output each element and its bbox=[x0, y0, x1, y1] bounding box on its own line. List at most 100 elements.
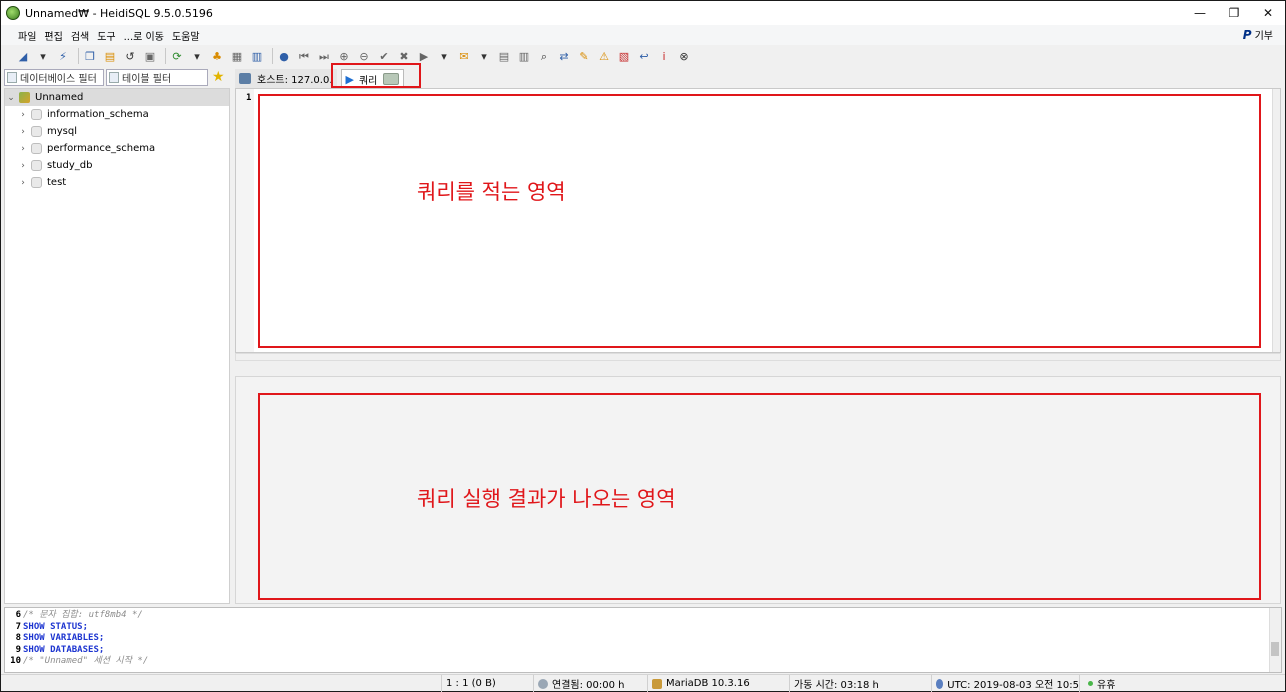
log-line-text: /* "Unnamed" 세션 시작 */ bbox=[23, 656, 149, 666]
find-icon[interactable]: ⌕ bbox=[536, 48, 552, 64]
database-icon bbox=[31, 126, 42, 137]
save-as-icon[interactable]: ▥ bbox=[516, 48, 532, 64]
tree-item-database[interactable]: › performance_schema bbox=[5, 140, 229, 157]
user-manager-icon[interactable]: ♣ bbox=[209, 48, 225, 64]
replace-icon[interactable]: ⇄ bbox=[556, 48, 572, 64]
log-line: 7 SHOW STATUS; bbox=[5, 622, 1281, 634]
dropdown-icon[interactable]: ▾ bbox=[35, 48, 51, 64]
dropdown-icon[interactable]: ▾ bbox=[189, 48, 205, 64]
server-icon bbox=[19, 92, 30, 103]
tab-host[interactable]: 호스트: 127.0.0. bbox=[235, 69, 337, 88]
database-name: information_schema bbox=[47, 109, 149, 120]
tree-item-database[interactable]: › test bbox=[5, 174, 229, 191]
mariadb-icon bbox=[652, 678, 662, 689]
database-icon bbox=[31, 160, 42, 171]
paste-icon[interactable]: ▤ bbox=[102, 48, 118, 64]
table-filter-input[interactable]: 테이블 필터 bbox=[106, 68, 208, 86]
close-button[interactable]: ✕ bbox=[1251, 1, 1285, 25]
heidisql-window: Unnamed₩ - HeidiSQL 9.5.0.5196 — ❐ ✕ 파일 … bbox=[0, 0, 1286, 692]
log-line-text: SHOW VARIABLES; bbox=[23, 633, 105, 643]
remove-icon[interactable]: ⊖ bbox=[356, 48, 372, 64]
stop-icon[interactable]: ⊗ bbox=[676, 48, 692, 64]
restore-button[interactable]: ❐ bbox=[1217, 1, 1251, 25]
database-filter-input[interactable]: 데이터베이스 필터 bbox=[4, 68, 104, 86]
menu-help[interactable]: 도움말 bbox=[168, 28, 204, 43]
cancel-icon[interactable]: ✖ bbox=[396, 48, 412, 64]
toolbar-separator bbox=[165, 48, 166, 64]
warning-icon[interactable]: ⚠ bbox=[596, 48, 612, 64]
last-icon[interactable]: ⏭ bbox=[316, 48, 332, 64]
dropdown-icon[interactable]: ▾ bbox=[476, 48, 492, 64]
info-icon[interactable]: ⅰ bbox=[656, 48, 672, 64]
connect-icon[interactable]: ◢ bbox=[15, 48, 31, 64]
status-bar: 1 : 1 (0 B) 연결됨: 00:00 h MariaDB 10.3.16… bbox=[1, 674, 1285, 692]
log-scrollbar[interactable] bbox=[1269, 608, 1281, 672]
sql-icon[interactable]: ▧ bbox=[616, 48, 632, 64]
chevron-right-icon[interactable]: › bbox=[17, 144, 29, 154]
minimize-button[interactable]: — bbox=[1183, 1, 1217, 25]
editor-vertical-scrollbar[interactable] bbox=[1272, 89, 1280, 352]
status-connected: 연결됨: 00:00 h bbox=[533, 675, 647, 692]
clock-icon bbox=[936, 678, 944, 689]
database-icon bbox=[31, 143, 42, 154]
edit-icon[interactable]: ✎ bbox=[576, 48, 592, 64]
chevron-right-icon[interactable]: › bbox=[17, 178, 29, 188]
database-name: performance_schema bbox=[47, 143, 156, 154]
tab-host-label: 호스트: 127.0.0. bbox=[257, 75, 333, 86]
main-tabs: 호스트: 127.0.0. ▶ 쿼리 bbox=[235, 68, 635, 88]
copy-icon[interactable]: ❐ bbox=[82, 48, 98, 64]
database-navigator: 데이터베이스 필터 테이블 필터 ★ ⌄ Unnamed › informati… bbox=[4, 68, 230, 604]
log-line: 9 SHOW DATABASES; bbox=[5, 645, 1281, 657]
sql-log-pane[interactable]: 6 /* 문자 집합: utf8mb4 */ 7 SHOW STATUS; 8 … bbox=[4, 607, 1282, 673]
tree-item-database[interactable]: › information_schema bbox=[5, 106, 229, 123]
chevron-right-icon[interactable]: › bbox=[17, 161, 29, 171]
run-icon[interactable]: ▶ bbox=[416, 48, 432, 64]
heidisql-logo-icon bbox=[6, 6, 20, 20]
main-toolbar: ◢ ▾ ⚡ ❐ ▤ ↺ ▣ ⟳ ▾ ♣ ▦ ▥ ● ⏮ ⏭ ⊕ ⊖ ✔ ✖ ▶ … bbox=[1, 45, 1285, 67]
paypal-icon: P bbox=[1242, 27, 1252, 42]
snippet-icon[interactable]: ✉ bbox=[456, 48, 472, 64]
refresh-icon[interactable]: ⟳ bbox=[169, 48, 185, 64]
session-name: Unnamed bbox=[35, 92, 84, 103]
tree-item-database[interactable]: › study_db bbox=[5, 157, 229, 174]
menu-tools[interactable]: 도구 bbox=[93, 28, 119, 43]
wrap-icon[interactable]: ↩ bbox=[636, 48, 652, 64]
undo-icon[interactable]: ↺ bbox=[122, 48, 138, 64]
menu-edit[interactable]: 편집 bbox=[40, 28, 66, 43]
print-icon[interactable]: ▣ bbox=[142, 48, 158, 64]
editor-horizontal-scrollbar[interactable] bbox=[235, 353, 1281, 361]
tree-root-session[interactable]: ⌄ Unnamed bbox=[5, 89, 229, 106]
export-icon[interactable]: ▦ bbox=[229, 48, 245, 64]
log-scrollbar-thumb[interactable] bbox=[1271, 642, 1279, 656]
status-clock: UTC: 2019-08-03 오전 10:5 bbox=[931, 675, 1079, 692]
window-title: Unnamed₩ - HeidiSQL 9.5.0.5196 bbox=[25, 6, 213, 20]
dropdown-icon[interactable]: ▾ bbox=[436, 48, 452, 64]
tree-item-database[interactable]: › mysql bbox=[5, 123, 229, 140]
chevron-right-icon[interactable]: › bbox=[17, 110, 29, 120]
help-icon[interactable]: ● bbox=[276, 48, 292, 64]
star-icon[interactable]: ★ bbox=[212, 69, 225, 85]
log-line: 10 /* "Unnamed" 세션 시작 */ bbox=[5, 656, 1281, 668]
add-icon[interactable]: ⊕ bbox=[336, 48, 352, 64]
log-line: 6 /* 문자 집합: utf8mb4 */ bbox=[5, 610, 1281, 622]
menu-goto[interactable]: ...로 이동 bbox=[120, 28, 168, 43]
donate-button[interactable]: P 기부 bbox=[1242, 27, 1273, 43]
editor-result-splitter[interactable] bbox=[235, 363, 1281, 375]
first-icon[interactable]: ⏮ bbox=[296, 48, 312, 64]
chevron-right-icon[interactable]: › bbox=[17, 127, 29, 137]
save-icon[interactable]: ▤ bbox=[496, 48, 512, 64]
log-line-number: 10 bbox=[10, 656, 21, 666]
disconnect-icon[interactable]: ⚡ bbox=[55, 48, 71, 64]
status-server-version: MariaDB 10.3.16 bbox=[647, 675, 789, 692]
apply-icon[interactable]: ✔ bbox=[376, 48, 392, 64]
menu-search[interactable]: 검색 bbox=[67, 28, 93, 43]
query-area-annotation-box bbox=[258, 94, 1261, 348]
toolbar-separator bbox=[78, 48, 79, 64]
database-name: study_db bbox=[47, 160, 93, 171]
status-connected-text: 연결됨: 00:00 h bbox=[552, 680, 625, 691]
menu-file[interactable]: 파일 bbox=[14, 28, 40, 43]
chevron-down-icon[interactable]: ⌄ bbox=[5, 93, 17, 103]
table-icon bbox=[109, 71, 119, 83]
log-line: 8 SHOW VARIABLES; bbox=[5, 633, 1281, 645]
import-icon[interactable]: ▥ bbox=[249, 48, 265, 64]
